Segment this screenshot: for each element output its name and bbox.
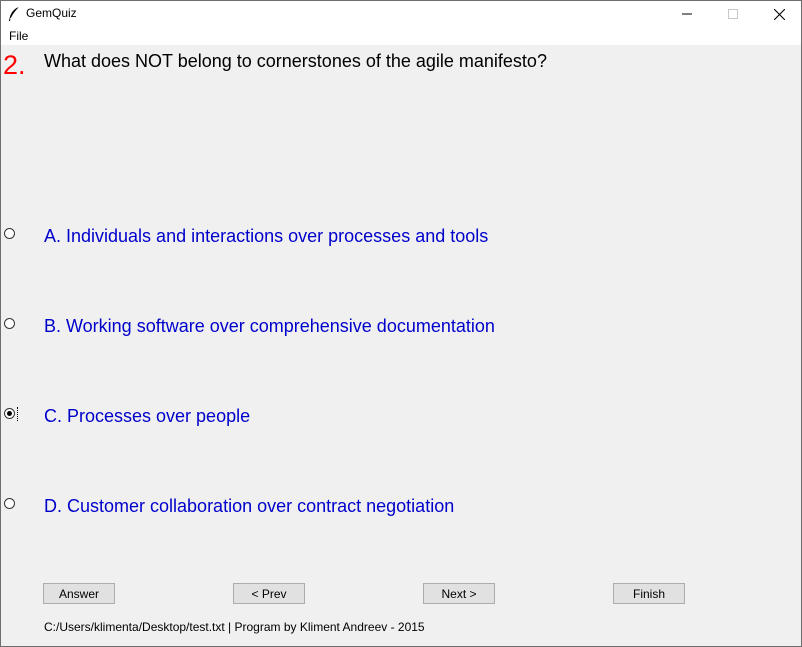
close-button[interactable] (756, 1, 802, 27)
question-number: 2. (3, 50, 26, 80)
maximize-icon (728, 9, 738, 19)
option-b-radio[interactable] (4, 318, 15, 329)
finish-button[interactable]: Finish (613, 583, 685, 604)
close-icon (773, 8, 785, 20)
minimize-icon (682, 13, 692, 15)
answer-button[interactable]: Answer (43, 583, 115, 604)
option-a-radio[interactable] (4, 228, 15, 239)
option-d-radio[interactable] (4, 498, 15, 509)
menu-bar: File (1, 27, 801, 45)
maximize-button[interactable] (710, 1, 756, 27)
status-bar-text: C:/Users/klimenta/Desktop/test.txt | Pro… (44, 620, 425, 634)
option-a[interactable]: A. Individuals and interactions over pro… (1, 225, 801, 249)
question-text: What does NOT belong to cornerstones of … (44, 51, 547, 71)
option-d[interactable]: D. Customer collaboration over contract … (1, 495, 801, 519)
option-c-radio[interactable] (4, 408, 15, 419)
focus-indicator (17, 407, 18, 421)
app-window: GemQuiz File 2. What does NOT belong to … (0, 0, 802, 647)
menu-file[interactable]: File (9, 29, 28, 43)
option-c-label[interactable]: C. Processes over people (44, 405, 250, 427)
option-b-label[interactable]: B. Working software over comprehensive d… (44, 315, 495, 337)
title-bar[interactable]: GemQuiz (1, 1, 801, 27)
window-title: GemQuiz (26, 6, 77, 20)
minimize-button[interactable] (664, 1, 710, 27)
option-b[interactable]: B. Working software over comprehensive d… (1, 315, 801, 339)
option-d-label[interactable]: D. Customer collaboration over contract … (44, 495, 454, 517)
feather-icon (9, 6, 20, 21)
option-a-label[interactable]: A. Individuals and interactions over pro… (44, 225, 488, 247)
next-button[interactable]: Next > (423, 583, 495, 604)
prev-button[interactable]: < Prev (233, 583, 305, 604)
option-c[interactable]: C. Processes over people (1, 405, 801, 429)
